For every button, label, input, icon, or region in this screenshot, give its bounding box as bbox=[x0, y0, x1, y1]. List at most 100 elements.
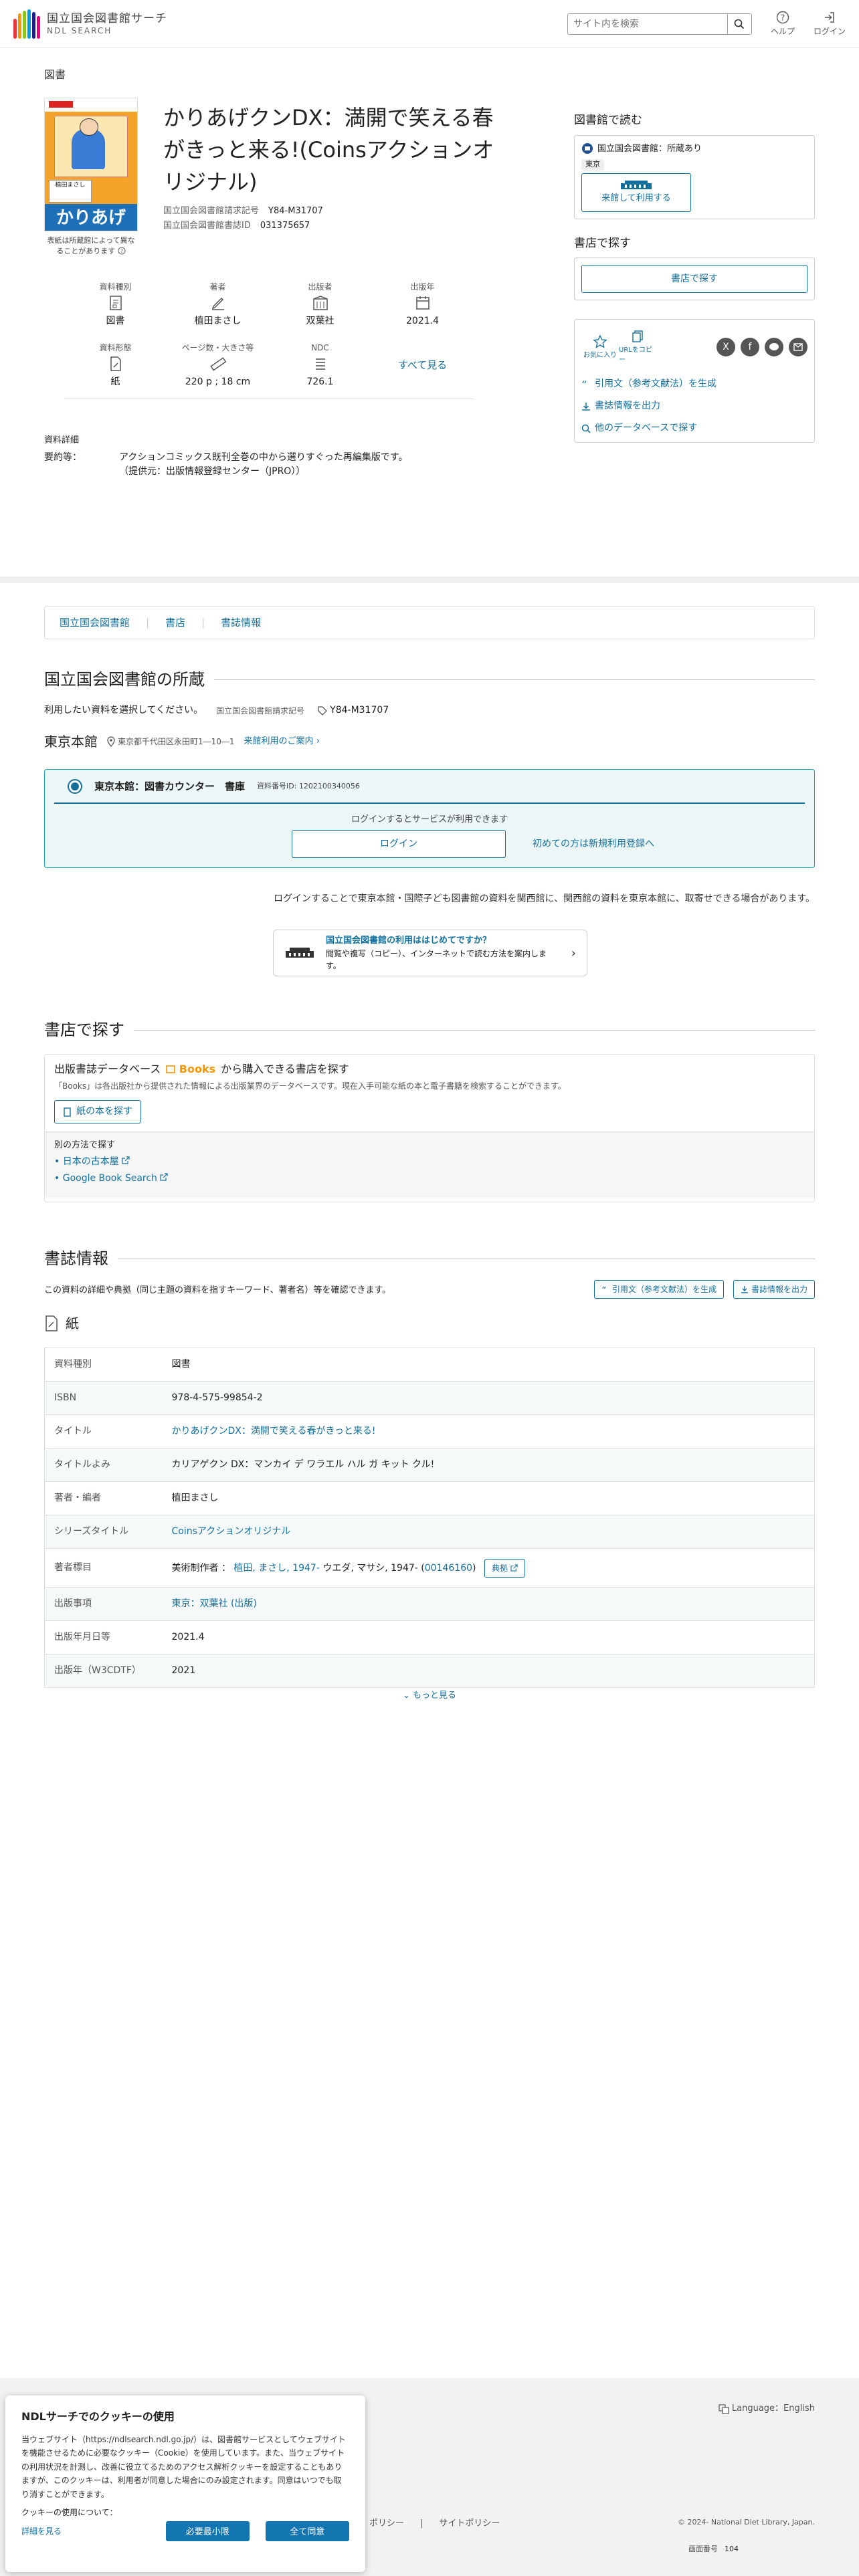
material-details: 資料詳細 要約等： アクションコミックス既刊全巻の中から選りすぐった再編集版です… bbox=[44, 434, 498, 479]
page-number: 画面番号 104 bbox=[688, 2545, 739, 2553]
x-share-icon[interactable]: X bbox=[717, 338, 735, 356]
material-type-label: 図書 bbox=[44, 68, 66, 81]
table-row: 出版年（W3CDTF） 2021 bbox=[44, 1654, 815, 1688]
bib-id-label: 国立国会図書館書誌ID bbox=[163, 220, 251, 231]
holding-radio[interactable] bbox=[68, 779, 82, 794]
svg-text:?: ? bbox=[120, 248, 123, 254]
login-button[interactable]: ログイン bbox=[292, 830, 506, 858]
site-search-button[interactable] bbox=[727, 13, 751, 34]
biblio-heading: 書誌情報 bbox=[44, 1247, 815, 1271]
other-link-kosho[interactable]: • 日本の古本屋 bbox=[54, 1155, 805, 1169]
login-icon bbox=[824, 11, 834, 23]
share-panel: お気に入り URLをコピー X f “ 引用文（参考文献法）を生成 書誌情報を出… bbox=[574, 319, 815, 443]
cite-link[interactable]: “ 引用文（参考文献法）を生成 bbox=[581, 377, 807, 391]
show-more-link[interactable]: ⌄ もっと見る bbox=[0, 1689, 859, 1703]
shop-search-button[interactable]: 書店で探す bbox=[581, 265, 807, 293]
cookie-details-link[interactable]: 詳細を見る bbox=[21, 2525, 153, 2537]
books-db-text: 出版書誌データベース bbox=[54, 1063, 161, 1075]
biblio-cite-button[interactable]: “ 引用文（参考文献法）を生成 bbox=[593, 1280, 724, 1299]
table-row: ISBN 978-4-575-99854-2 bbox=[44, 1381, 815, 1415]
tab-biblio[interactable]: 書誌情報 bbox=[221, 615, 261, 631]
summary-text: アクションコミックス既刊全巻の中から選りすぐった再編集版です。 bbox=[119, 452, 408, 463]
page-title: かりあげクンDX：満開で笑える春がきっと来る!(Coinsアクションオリジナル) bbox=[163, 105, 494, 195]
download-icon bbox=[741, 1286, 748, 1293]
table-row: 出版事項 東京：双葉社 (出版) bbox=[44, 1587, 815, 1621]
series-link[interactable]: Coinsアクションオリジナル bbox=[172, 1526, 291, 1537]
book-cover-image[interactable]: 植田まさし かりあげ bbox=[44, 98, 138, 231]
line-share-icon[interactable] bbox=[765, 338, 783, 356]
cookie-title: NDLサーチでのクッキーの使用 bbox=[21, 2410, 175, 2423]
title-link[interactable]: かりあげクンDX：満開で笑える春がきっと来る! bbox=[172, 1426, 376, 1436]
site-search bbox=[567, 13, 752, 35]
holding-item-card: 東京本館：図書カウンター 書庫 資料番号ID: 1202100340056 ログ… bbox=[44, 769, 815, 868]
author-heading-link[interactable]: 植田, まさし, 1947- bbox=[233, 1563, 319, 1574]
other-link-google[interactable]: • Google Book Search bbox=[54, 1172, 805, 1186]
help-button[interactable]: ? ヘルプ bbox=[771, 11, 795, 37]
other-db-link[interactable]: 他のデータベースで探す bbox=[581, 421, 807, 435]
cookie-consent-dialog: NDLサーチでのクッキーの使用 当ウェブサイト（https://ndlsearc… bbox=[5, 2395, 365, 2572]
export-link[interactable]: 書誌情報を出力 bbox=[581, 399, 807, 413]
calendar-icon bbox=[415, 296, 430, 310]
author-pen-icon bbox=[211, 297, 224, 310]
books-logo: Books bbox=[166, 1061, 215, 1077]
books-db-text-after: から購入できる書店を探す bbox=[221, 1063, 349, 1075]
summary-label: 要約等： bbox=[44, 452, 82, 463]
publisher-building-icon bbox=[312, 296, 328, 310]
cookie-minimum-button[interactable]: 必要最小限 bbox=[165, 2520, 250, 2541]
ruler-icon bbox=[209, 357, 226, 371]
quote-icon: “ bbox=[601, 1285, 606, 1293]
favorite-button[interactable]: お気に入り bbox=[581, 334, 619, 360]
see-all-link[interactable]: すべて見る bbox=[371, 342, 474, 389]
attr-publisher: 出版者 双葉社 bbox=[306, 282, 335, 326]
cookie-accept-all-button[interactable]: 全て同意 bbox=[265, 2520, 349, 2541]
facebook-share-icon[interactable]: f bbox=[741, 338, 759, 356]
copyright: © 2024- National Diet Library, Japan. bbox=[677, 2518, 815, 2527]
authority-button[interactable]: 典拠 bbox=[484, 1558, 525, 1578]
shop-heading: 書店で探す bbox=[574, 236, 631, 250]
bookstore-heading: 書店で探す bbox=[44, 1018, 815, 1042]
site-logo[interactable]: 国立国会図書館サーチ NDL SEARCH bbox=[13, 9, 167, 39]
branch-name: 東京本館 bbox=[44, 734, 98, 750]
location-tag: 東京 bbox=[581, 159, 604, 171]
copy-url-button[interactable]: URLをコピー bbox=[619, 329, 656, 365]
visit-button[interactable]: 来館して利用する bbox=[581, 173, 691, 212]
guide-subtitle: 閲覧や複写（コピー）、インターネットで読む方法を案内します。 bbox=[326, 948, 547, 970]
biblio-export-button[interactable]: 書誌情報を出力 bbox=[733, 1280, 815, 1299]
svg-text:“: “ bbox=[601, 1285, 606, 1293]
first-time-guide-card[interactable]: 国立国会図書館の利用ははじめてですか？ 閲覧や複写（コピー）、インターネットで読… bbox=[273, 930, 587, 976]
call-number-label: 国立国会図書館請求記号 bbox=[163, 206, 260, 216]
mail-share-icon[interactable] bbox=[789, 338, 807, 356]
author-id-link[interactable]: 00146160 bbox=[425, 1563, 472, 1574]
footer-site-policy-link[interactable]: サイトポリシー bbox=[439, 2517, 500, 2531]
language-switch[interactable]: Language：English bbox=[719, 2402, 815, 2416]
tab-bookstore[interactable]: 書店 bbox=[165, 615, 185, 631]
footer-policy-link[interactable]: ポリシー bbox=[369, 2517, 404, 2531]
table-row: シリーズタイトル Coinsアクションオリジナル bbox=[44, 1515, 815, 1549]
paper-book-search-button[interactable]: 紙の本を探す bbox=[54, 1100, 141, 1123]
logo-mark-icon bbox=[13, 9, 40, 39]
login-header-button[interactable]: ログイン bbox=[814, 11, 846, 37]
site-header: 国立国会図書館サーチ NDL SEARCH ? ヘルプ ログイン bbox=[0, 0, 859, 48]
register-link[interactable]: 初めての方は新規利用登録へ bbox=[533, 837, 654, 851]
visit-guide-link[interactable]: 来館利用のご案内 › bbox=[244, 735, 320, 748]
ndc-list-icon bbox=[315, 358, 325, 370]
other-methods-heading: 別の方法で探す bbox=[54, 1140, 116, 1150]
cover-note: 表紙は所蔵館によって異なることがあります ? bbox=[47, 236, 135, 255]
guide-title: 国立国会図書館の利用ははじめてですか？ bbox=[326, 936, 492, 946]
attr-pub-year: 出版年 2021.4 bbox=[406, 282, 439, 326]
holding-item-id: 資料番号ID: 1202100340056 bbox=[257, 782, 360, 790]
attr-author: 著者 植田まさし bbox=[194, 282, 242, 326]
tab-ndl[interactable]: 国立国会図書館 bbox=[60, 615, 130, 631]
table-row: 著者・編者 植田まさし bbox=[44, 1481, 815, 1515]
help-label: ヘルプ bbox=[770, 26, 795, 36]
logo-subtitle: NDL SEARCH bbox=[47, 25, 112, 35]
bib-id-value: 031375657 bbox=[260, 220, 310, 231]
biblio-intro: この資料の詳細や典拠（同じ主題の資料を指すキーワード、著者名）等を確認できます。 bbox=[44, 1285, 391, 1295]
author-heading-prefix: 美術制作者 ： bbox=[171, 1562, 231, 1574]
holding-box: 国立国会図書館：所蔵あり 東京 来館して利用する bbox=[574, 134, 815, 219]
publisher-link[interactable]: 東京：双葉社 (出版) bbox=[172, 1598, 257, 1609]
star-icon bbox=[593, 334, 607, 348]
paper-icon bbox=[45, 1315, 58, 1331]
site-search-input[interactable] bbox=[567, 13, 727, 34]
table-row: タイトルよみ カリアゲクン DX：マンカイ デ ワラエル ハル ガ キット クル! bbox=[44, 1448, 815, 1482]
